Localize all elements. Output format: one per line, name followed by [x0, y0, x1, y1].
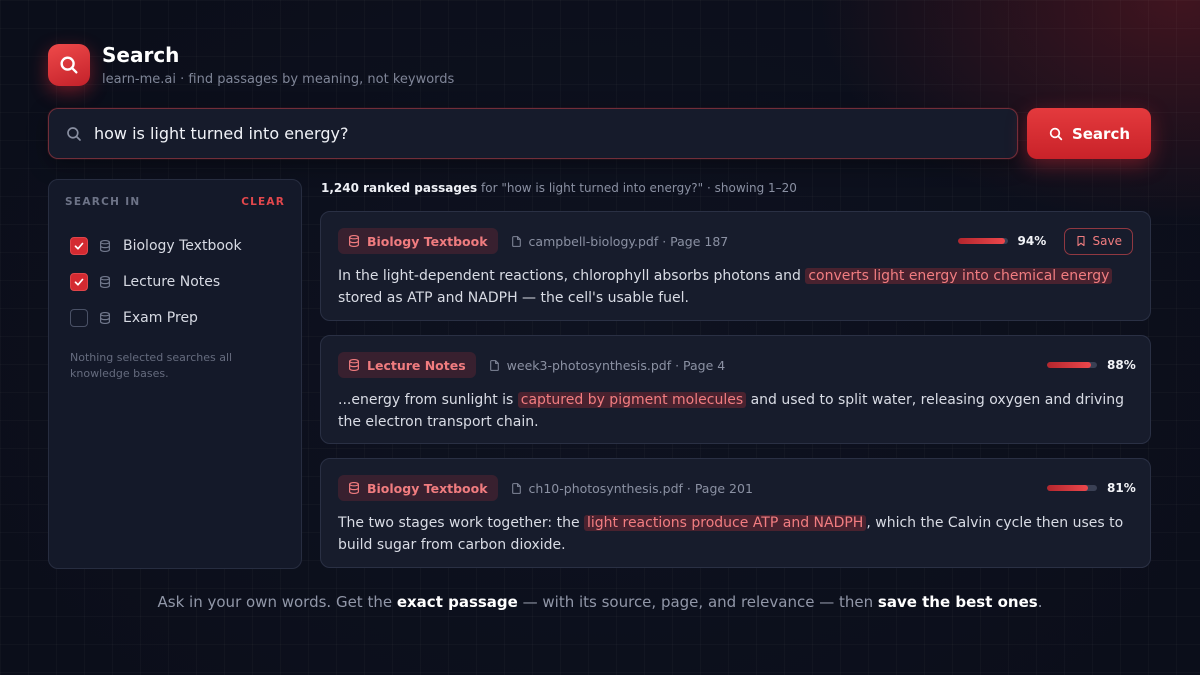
search-bar[interactable]: [48, 108, 1018, 159]
result-card[interactable]: Biology Textbook campbell-biology.pdf · P…: [320, 211, 1151, 321]
filter-note: Nothing selected searches all knowledge …: [70, 351, 233, 380]
source-badge: Biology Textbook: [338, 228, 498, 254]
knowledge-base-option[interactable]: Biology Textbook: [65, 228, 285, 264]
database-icon: [347, 358, 361, 372]
knowledge-base-option[interactable]: Exam Prep: [65, 300, 285, 336]
page-subtitle: learn-me.ai · find passages by meaning, …: [102, 72, 455, 87]
relevance-bar: [1047, 362, 1097, 368]
file-reference: ch10-photosynthesis.pdf · Page 201: [510, 481, 753, 496]
search-button-label: Search: [1071, 124, 1131, 143]
database-icon: [347, 481, 361, 495]
filter-title: SEARCH IN: [65, 196, 141, 208]
knowledge-base-label: Exam Prep: [123, 310, 198, 326]
source-badge-label: Biology Textbook: [367, 480, 488, 496]
relevance-bar: [957, 238, 1008, 244]
results-summary: 1,240 ranked passages for "how is light …: [321, 181, 797, 195]
search-icon: [60, 56, 78, 74]
relevance-bar: [1047, 485, 1097, 491]
footer-emphasis: save the best ones: [877, 593, 1038, 611]
database-icon: [98, 275, 112, 289]
snippet-highlight: light reactions produce ATP and NADPH: [584, 515, 867, 531]
relevance-percent: 88%: [1107, 358, 1136, 372]
source-badge: Biology Textbook: [338, 475, 498, 501]
footer-text: .: [1037, 593, 1043, 611]
database-icon: [98, 311, 112, 325]
database-icon: [347, 234, 361, 248]
passage-snippet: ...energy from sunlight is captured by p…: [338, 389, 1133, 433]
result-card[interactable]: Lecture Notes week3-photosynthesis.pdf · …: [320, 335, 1151, 444]
snippet-text: In the light-dependent reactions, chloro…: [338, 268, 806, 284]
footer-tagline: Ask in your own words. Get the exact pas…: [0, 593, 1200, 611]
file-name: ch10-photosynthesis.pdf · Page 201: [528, 480, 753, 496]
page-title: Search: [102, 43, 180, 67]
search-button[interactable]: Search: [1027, 108, 1151, 159]
footer-text: — with its source, page, and relevance —…: [517, 593, 878, 611]
source-badge-label: Lecture Notes: [367, 357, 466, 373]
knowledge-base-label: Lecture Notes: [123, 274, 221, 290]
relevance-percent: 94%: [1017, 234, 1047, 248]
relevance-bar-fill: [957, 238, 1005, 244]
search-icon: [1049, 127, 1063, 140]
file-icon: [510, 482, 523, 495]
snippet-text: stored as ATP and NADPH — the cell's usa…: [338, 290, 689, 306]
file-reference: week3-photosynthesis.pdf · Page 4: [488, 357, 726, 373]
passage-snippet: In the light-dependent reactions, chloro…: [338, 265, 1133, 309]
relevance-indicator: 94% Save: [957, 227, 1133, 255]
snippet-text: The two stages work together: the: [338, 515, 585, 531]
results-summary-detail: for "how is light turned into energy?" ·…: [477, 181, 797, 195]
checkbox[interactable]: [70, 273, 88, 291]
source-badge: Lecture Notes: [338, 352, 476, 378]
result-card[interactable]: Biology Textbook ch10-photosynthesis.pdf …: [320, 458, 1151, 568]
checkbox[interactable]: [70, 309, 88, 327]
save-button-label: Save: [1092, 234, 1122, 248]
save-button[interactable]: Save: [1063, 227, 1133, 255]
database-icon: [98, 239, 112, 253]
search-input[interactable]: [94, 109, 1017, 158]
results-count: 1,240 ranked passages: [321, 181, 478, 195]
file-name: week3-photosynthesis.pdf · Page 4: [506, 357, 726, 373]
search-icon: [65, 125, 83, 143]
knowledge-base-label: Biology Textbook: [123, 238, 242, 254]
app-logo: [48, 44, 90, 86]
passage-snippet: The two stages work together: the light …: [338, 512, 1133, 556]
clear-filters-button[interactable]: CLEAR: [241, 196, 285, 208]
footer-emphasis: exact passage: [396, 593, 518, 611]
relevance-bar-fill: [1047, 485, 1088, 491]
filter-sidebar: SEARCH IN CLEAR Biology Textbook Lecture …: [48, 179, 302, 569]
file-reference: campbell-biology.pdf · Page 187: [510, 233, 729, 249]
file-icon: [488, 359, 501, 372]
footer-text: Ask in your own words. Get the: [157, 593, 397, 611]
source-badge-label: Biology Textbook: [367, 233, 488, 249]
snippet-text: ...energy from sunlight is: [338, 392, 518, 408]
file-name: campbell-biology.pdf · Page 187: [528, 233, 729, 249]
relevance-indicator: 81%: [1047, 481, 1136, 495]
bookmark-icon: [1075, 235, 1087, 247]
relevance-indicator: 88%: [1047, 358, 1136, 372]
snippet-highlight: converts light energy into chemical ener…: [805, 268, 1113, 284]
knowledge-base-option[interactable]: Lecture Notes: [65, 264, 285, 300]
relevance-bar-fill: [1047, 362, 1091, 368]
file-icon: [510, 235, 523, 248]
checkbox[interactable]: [70, 237, 88, 255]
snippet-highlight: captured by pigment molecules: [517, 392, 747, 408]
relevance-percent: 81%: [1107, 481, 1136, 495]
